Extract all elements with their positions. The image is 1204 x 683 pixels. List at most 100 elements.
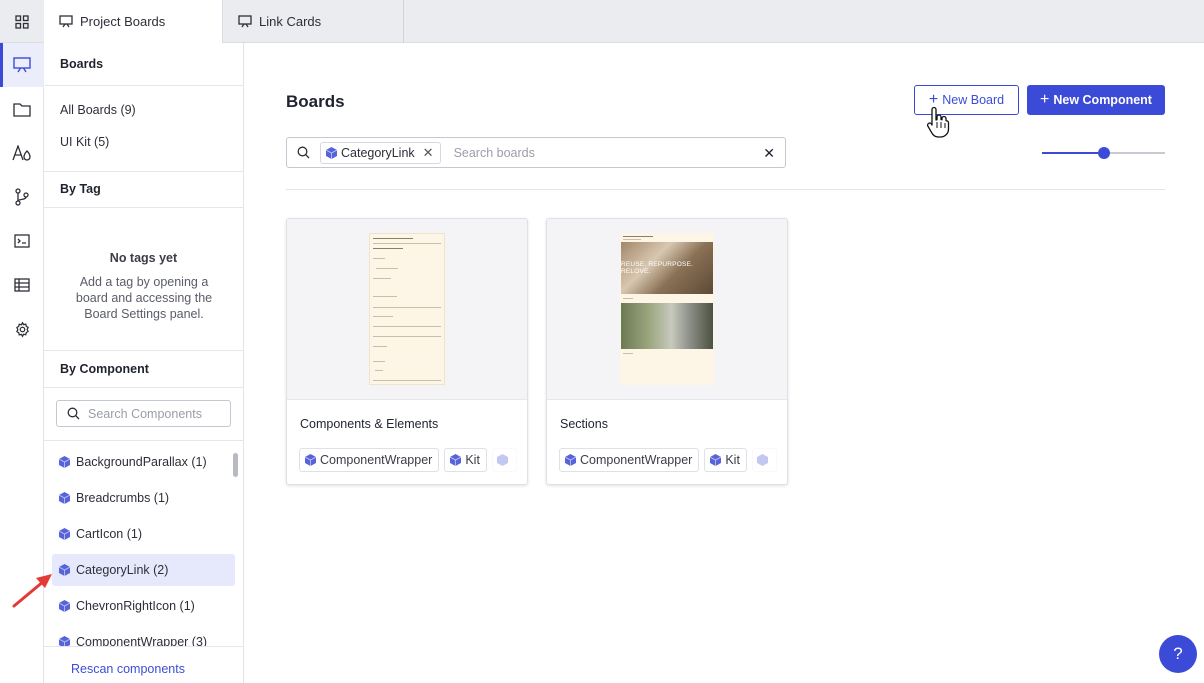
component-item-breadcrumbs[interactable]: Breadcrumbs (1) [52,482,235,514]
component-item-label: BackgroundParallax (1) [76,455,207,469]
component-tag-label: ComponentWrapper [580,453,693,467]
rail-table-button[interactable] [0,263,44,307]
cube-icon [59,456,70,468]
board-card-components-elements[interactable]: Components & Elements ComponentWrapper K… [286,218,528,485]
no-tags-title: No tags yet [109,251,178,265]
plus-icon: + [1040,91,1050,108]
search-boards-input[interactable] [453,145,744,160]
board-search-field[interactable]: CategoryLink ✕ ✕ [286,137,786,168]
rescan-components-link[interactable]: Rescan components [71,662,185,676]
rescan-bar: Rescan components [44,646,243,683]
presentation-board-icon [59,15,73,28]
tab-project-boards[interactable]: Project Boards [44,0,223,43]
filter-ui-kit[interactable]: UI Kit (5) [60,135,109,149]
component-item-componentwrapper[interactable]: ComponentWrapper (3) [52,626,235,646]
cube-icon [59,600,70,612]
filter-chip-label: CategoryLink [341,145,415,160]
preview-hero-image: REUSE. REPURPOSE. RELOVE. [621,242,713,294]
board-card-sections[interactable]: REUSE. REPURPOSE. RELOVE. Sections Compo… [546,218,788,485]
page-title: Boards [286,92,345,111]
board-card-title: Components & Elements [300,417,439,431]
apps-grid-button[interactable] [0,0,44,43]
tab-link-cards[interactable]: Link Cards [223,0,404,43]
cube-icon [565,454,576,466]
cube-icon [59,636,70,646]
component-tag-overflow [491,448,517,472]
board-card-tags: ComponentWrapper Kit [299,448,522,472]
component-list: BackgroundParallax (1) Breadcrumbs (1) C… [44,441,243,646]
boards-sidebar: Boards All Boards (9) UI Kit (5) By Tag … [44,43,244,683]
cube-icon [756,454,768,466]
rail-files-button[interactable] [0,87,44,131]
filter-all-boards[interactable]: All Boards (9) [60,103,136,117]
component-item-backgroundparallax[interactable]: BackgroundParallax (1) [52,446,235,478]
cube-icon [326,146,337,159]
component-item-chevronrighticon[interactable]: ChevronRightIcon (1) [52,590,235,622]
grid-icon [15,14,29,29]
tab-label: Link Cards [259,14,322,29]
component-item-carticon[interactable]: CartIcon (1) [52,518,235,550]
search-icon [67,407,80,420]
zoom-slider-fill [1042,152,1104,154]
remove-filter-icon[interactable]: ✕ [423,145,434,161]
board-card-tags: ComponentWrapper Kit [559,448,782,472]
preview-hero-text: REUSE. REPURPOSE. RELOVE. [621,261,694,275]
rail-branches-button[interactable] [0,175,44,219]
cube-icon [305,454,316,466]
tab-label: Project Boards [80,14,166,29]
cube-icon [710,454,722,466]
folder-icon [13,102,31,117]
rail-typography-button[interactable] [0,131,44,175]
boards-section-title: Boards [60,57,104,71]
component-item-label: ComponentWrapper (3) [76,635,208,646]
component-item-categorylink[interactable]: CategoryLink (2) [52,554,235,586]
cube-icon [496,454,508,466]
rail-terminal-button[interactable] [0,219,44,263]
presentation-board-icon [13,57,31,73]
component-tag-label: Kit [465,453,480,467]
component-tag-label: Kit [725,453,740,467]
divider [44,207,243,208]
new-component-label: New Component [1053,93,1152,107]
by-tag-section-title: By Tag [60,182,101,196]
component-tag[interactable]: ComponentWrapper [299,448,440,472]
zoom-slider[interactable] [1042,147,1165,159]
hand-pointer-cursor-icon [926,106,950,138]
component-tag[interactable]: Kit [444,448,487,472]
component-item-label: CartIcon (1) [76,527,142,541]
git-branch-icon [15,188,29,206]
rail-settings-button[interactable] [0,307,44,351]
category-filter-chip: CategoryLink ✕ [320,141,441,164]
cube-icon [59,528,70,540]
component-list-scrollbar[interactable] [233,453,238,477]
top-tab-bar: Project Boards Link Cards [0,0,1204,43]
rail-boards-button[interactable] [0,43,44,87]
search-components-field[interactable] [56,400,231,427]
by-component-section-title: By Component [60,362,149,376]
board-preview-page: REUSE. REPURPOSE. RELOVE. [620,233,714,385]
component-item-label: ChevronRightIcon (1) [76,599,195,613]
main-content: Boards + New Board + New Component Categ… [244,43,1204,683]
component-tag-overflow [751,448,777,472]
board-thumbnail [287,219,527,400]
no-tags-hint: Add a tag by opening a board and accessi… [75,275,213,321]
divider [286,189,1165,190]
component-tag-label: ComponentWrapper [320,453,433,467]
cube-icon [59,492,70,504]
board-thumbnail: REUSE. REPURPOSE. RELOVE. [547,219,787,400]
typography-icon [12,145,31,161]
component-item-label: Breadcrumbs (1) [76,491,170,505]
clear-search-icon[interactable]: ✕ [763,145,775,162]
board-preview-page [369,233,445,385]
board-card-title: Sections [560,417,608,431]
zoom-slider-thumb[interactable] [1097,147,1110,159]
new-component-button[interactable]: + New Component [1027,85,1165,115]
preview-bottle-image [621,303,713,349]
annotation-arrow-icon [12,574,52,608]
search-components-input[interactable] [88,406,218,421]
divider [44,171,243,172]
component-tag[interactable]: ComponentWrapper [559,448,700,472]
help-button[interactable]: ? [1159,635,1197,673]
component-tag[interactable]: Kit [704,448,747,472]
table-icon [14,278,30,292]
